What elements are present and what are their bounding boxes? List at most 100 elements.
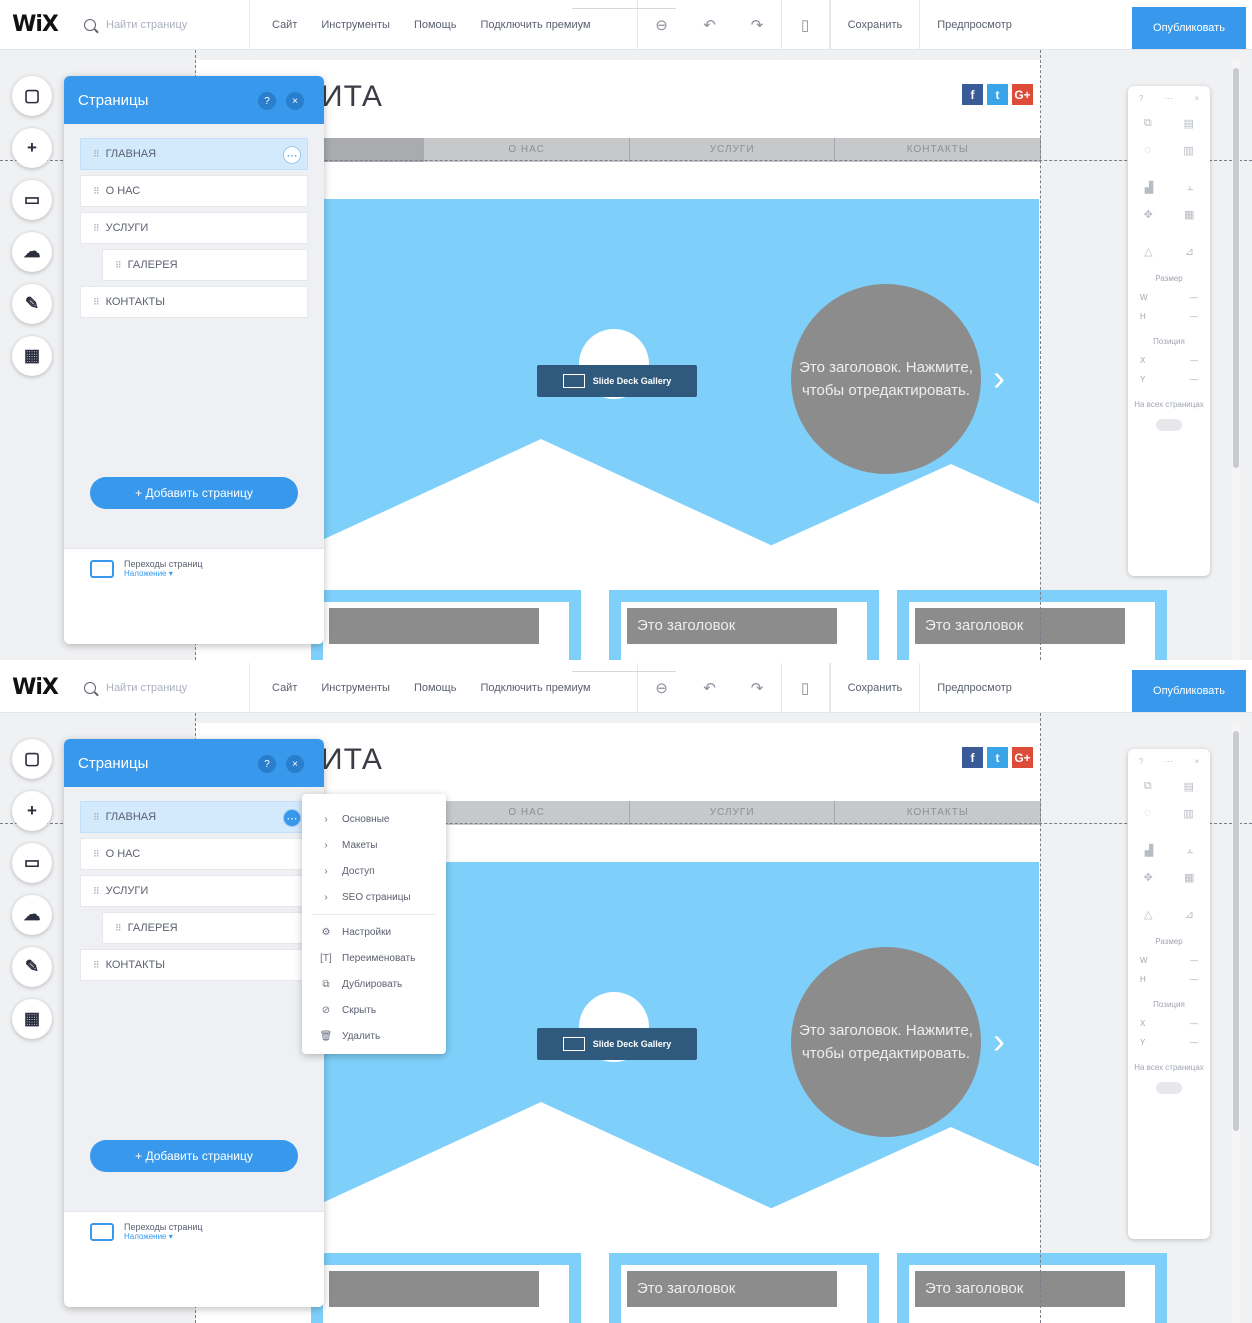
page-item-about[interactable]: ⠿ О НАС xyxy=(80,838,308,870)
upload-icon[interactable]: ☁ xyxy=(12,232,52,272)
twitter-icon[interactable]: t xyxy=(987,747,1008,768)
width-field[interactable]: — xyxy=(1190,956,1198,965)
all-pages-toggle[interactable] xyxy=(1156,419,1182,431)
scroll-thumb[interactable] xyxy=(1233,68,1239,468)
drag-handle-icon[interactable]: ⠿ xyxy=(93,886,100,897)
transitions-setting[interactable]: Наложение ▾ xyxy=(124,569,203,578)
save-button[interactable]: Сохранить xyxy=(829,663,920,713)
help-icon[interactable]: ? xyxy=(258,92,276,110)
menu-tools[interactable]: Инструменты xyxy=(309,19,402,31)
social-bar[interactable]: f t G+ xyxy=(962,84,1033,105)
menu-site[interactable]: Сайт xyxy=(260,682,309,694)
rotate-icon[interactable]: △ xyxy=(1144,245,1152,258)
arrange-icon[interactable]: ▟ xyxy=(1145,844,1153,857)
drag-handle-icon[interactable]: ⠿ xyxy=(93,849,100,860)
menu-premium[interactable]: Подключить премиум xyxy=(468,682,602,694)
background-icon[interactable]: ▭ xyxy=(12,180,52,220)
menu-premium[interactable]: Подключить премиум xyxy=(468,19,602,31)
page-item-contacts[interactable]: ⠿ КОНТАКТЫ xyxy=(80,949,308,981)
help-icon[interactable]: ? xyxy=(1139,757,1143,766)
publish-button[interactable]: Опубликовать xyxy=(1132,670,1246,712)
paste-icon[interactable]: ▤ xyxy=(1184,117,1194,130)
copy-icon[interactable]: ⧉ xyxy=(1144,117,1152,130)
canvas-scrollbar[interactable] xyxy=(1232,60,1240,660)
top-drag-tab[interactable] xyxy=(572,8,676,18)
site-title[interactable]: ИТА xyxy=(321,743,383,777)
app-market-icon[interactable]: ▦ xyxy=(12,999,52,1039)
card-title[interactable]: Это заголовок xyxy=(627,608,837,644)
menu-item-hide[interactable]: ⊘ Скрыть xyxy=(302,997,446,1023)
page-transitions[interactable]: Переходы страниц Наложение ▾ xyxy=(90,559,203,578)
menu-item-access[interactable]: › Доступ xyxy=(302,858,446,884)
scroll-thumb[interactable] xyxy=(1233,731,1239,1131)
page-item-home[interactable]: ⠿ ГЛАВНАЯ ⋯ xyxy=(80,138,308,170)
height-field[interactable]: — xyxy=(1190,312,1198,321)
duplicate-icon[interactable]: ◌ xyxy=(1144,807,1151,820)
y-field[interactable]: — xyxy=(1190,375,1198,384)
y-field[interactable]: — xyxy=(1190,1038,1198,1047)
pages-icon[interactable]: ▢ xyxy=(12,76,52,116)
paste-icon[interactable]: ▤ xyxy=(1184,780,1194,793)
drag-icon[interactable]: ⋯ xyxy=(1165,757,1173,766)
blog-icon[interactable]: ✎ xyxy=(12,284,52,324)
drag-handle-icon[interactable]: ⠿ xyxy=(93,812,100,823)
preview-button[interactable]: Предпросмотр xyxy=(919,0,1029,50)
card[interactable]: Это заголовок xyxy=(897,590,1167,660)
card-title[interactable]: Это заголовок xyxy=(627,1271,837,1307)
menu-item-settings[interactable]: ⚙ Настройки xyxy=(302,919,446,945)
close-icon[interactable]: × xyxy=(286,755,304,773)
flip-icon[interactable]: ⊿ xyxy=(1185,245,1194,258)
nav-contacts[interactable]: КОНТАКТЫ xyxy=(835,801,1042,825)
redo-icon[interactable]: ↷ xyxy=(734,663,782,713)
facebook-icon[interactable]: f xyxy=(962,747,983,768)
social-bar[interactable]: f t G+ xyxy=(962,747,1033,768)
pages-icon[interactable]: ▢ xyxy=(12,739,52,779)
undo-icon[interactable]: ↶ xyxy=(686,663,734,713)
page-item-home[interactable]: ⠿ ГЛАВНАЯ ⋯ xyxy=(80,801,308,833)
width-field[interactable]: — xyxy=(1190,293,1198,302)
menu-item-basics[interactable]: › Основные xyxy=(302,806,446,832)
close-icon[interactable]: × xyxy=(1195,757,1200,766)
add-page-button[interactable]: + Добавить страницу xyxy=(90,477,298,509)
drag-handle-icon[interactable]: ⠿ xyxy=(93,297,100,308)
match-size-icon[interactable]: ▦ xyxy=(1184,208,1194,221)
page-search[interactable]: Найти страницу xyxy=(70,0,250,50)
card[interactable]: Это заголовок xyxy=(897,1253,1167,1323)
upload-icon[interactable]: ☁ xyxy=(12,895,52,935)
transitions-setting[interactable]: Наложение ▾ xyxy=(124,1232,203,1241)
card-title[interactable] xyxy=(329,1271,539,1307)
drag-handle-icon[interactable]: ⠿ xyxy=(115,260,122,271)
nav-services[interactable]: УСЛУГИ xyxy=(630,801,836,825)
gallery-tag[interactable]: Slide Deck Gallery xyxy=(537,1028,697,1060)
gallery-tag[interactable]: Slide Deck Gallery xyxy=(537,365,697,397)
menu-item-delete[interactable]: 🗑 Удалить xyxy=(302,1023,446,1049)
more-actions-icon[interactable]: ⋯ xyxy=(283,809,301,827)
drag-handle-icon[interactable]: ⠿ xyxy=(115,923,122,934)
publish-button[interactable]: Опубликовать xyxy=(1132,7,1246,49)
nav-home[interactable] xyxy=(321,138,425,162)
close-icon[interactable]: × xyxy=(1195,94,1200,103)
drag-handle-icon[interactable]: ⠿ xyxy=(93,960,100,971)
menu-site[interactable]: Сайт xyxy=(260,19,309,31)
add-icon[interactable]: + xyxy=(12,791,52,831)
copy-icon[interactable]: ⧉ xyxy=(1144,780,1152,793)
menu-item-rename[interactable]: [T] Переименовать xyxy=(302,945,446,971)
undo-icon[interactable]: ↶ xyxy=(686,0,734,50)
menu-item-duplicate[interactable]: ⧉ Дублировать xyxy=(302,971,446,997)
rotate-icon[interactable]: △ xyxy=(1144,908,1152,921)
match-size-icon[interactable]: ▦ xyxy=(1184,871,1194,884)
close-icon[interactable]: × xyxy=(286,92,304,110)
hero-title[interactable]: Это заголовок. Нажмите, чтобы отредактир… xyxy=(791,284,981,474)
menu-help[interactable]: Помощь xyxy=(402,682,469,694)
delete-icon[interactable]: ▥ xyxy=(1183,144,1193,157)
page-search[interactable]: Найти страницу xyxy=(70,663,250,713)
card-title[interactable]: Это заголовок xyxy=(915,608,1125,644)
menu-item-seo[interactable]: › SEO страницы xyxy=(302,884,446,910)
twitter-icon[interactable]: t xyxy=(987,84,1008,105)
save-button[interactable]: Сохранить xyxy=(829,0,920,50)
canvas-scrollbar[interactable] xyxy=(1232,723,1240,1323)
delete-icon[interactable]: ▥ xyxy=(1183,807,1193,820)
nav-contacts[interactable]: КОНТАКТЫ xyxy=(835,138,1042,162)
page-transitions[interactable]: Переходы страниц Наложение ▾ xyxy=(90,1222,203,1241)
drag-icon[interactable]: ⋯ xyxy=(1165,94,1173,103)
